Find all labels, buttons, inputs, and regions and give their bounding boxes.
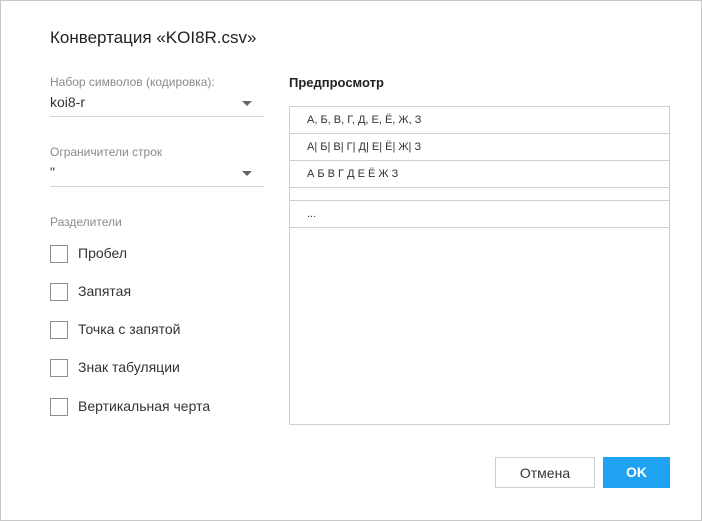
preview-row: ...	[290, 201, 669, 228]
row-delimiter-select[interactable]: "	[50, 162, 264, 187]
conversion-dialog: Конвертация «KOI8R.csv» Набор символов (…	[0, 0, 702, 521]
preview-table: А, Б, В, Г, Д, Е, Ё, Ж, З А| Б| В| Г| Д|…	[289, 106, 670, 425]
chevron-down-icon	[242, 171, 252, 176]
checkbox-box[interactable]	[50, 359, 68, 377]
checkbox-box[interactable]	[50, 283, 68, 301]
preview-row: А Б В Г Д Е Ё Ж З	[290, 161, 669, 188]
checkbox-label: Точка с запятой	[78, 321, 181, 337]
checkbox-box[interactable]	[50, 398, 68, 416]
checkbox-label: Вертикальная черта	[78, 398, 211, 414]
charset-select[interactable]: koi8-r	[50, 92, 264, 117]
row-delimiter-label: Ограничители строк	[50, 145, 163, 159]
separators-label: Разделители	[50, 215, 122, 229]
preview-row	[290, 188, 669, 201]
preview-row: А| Б| В| Г| Д| Е| Ё| Ж| З	[290, 134, 669, 161]
dialog-title: Конвертация «KOI8R.csv»	[50, 28, 257, 47]
cancel-button[interactable]: Отмена	[495, 457, 595, 488]
preview-title: Предпросмотр	[289, 75, 384, 90]
charset-label: Набор символов (кодировка):	[50, 75, 215, 89]
checkbox-label: Запятая	[78, 283, 132, 299]
preview-row: А, Б, В, Г, Д, Е, Ё, Ж, З	[290, 107, 669, 134]
chevron-down-icon	[242, 101, 252, 106]
row-delimiter-value: "	[50, 164, 55, 180]
checkbox-box[interactable]	[50, 245, 68, 263]
checkbox-box[interactable]	[50, 321, 68, 339]
charset-value: koi8-r	[50, 94, 86, 110]
ok-button[interactable]: OK	[603, 457, 670, 488]
checkbox-label: Пробел	[78, 245, 127, 261]
checkbox-label: Знак табуляции	[78, 359, 180, 375]
